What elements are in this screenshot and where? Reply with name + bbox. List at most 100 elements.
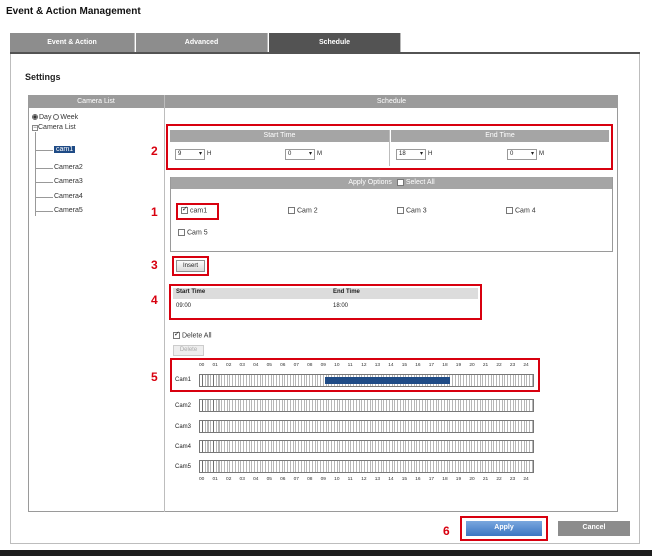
- hour-label: 23: [509, 363, 516, 368]
- delete-all-option[interactable]: Delete All: [173, 330, 212, 339]
- tree-item-camera5[interactable]: Camera5: [54, 207, 83, 214]
- tree-item-camera4[interactable]: Camera4: [54, 193, 83, 200]
- hour-label: 16: [415, 477, 421, 482]
- hour-label: 01: [212, 363, 218, 368]
- grid-label-cam3: Cam3: [175, 424, 192, 430]
- mode-day-option[interactable]: Day: [32, 114, 51, 121]
- schedule-row-cam3[interactable]: [199, 420, 534, 433]
- apply-cam5[interactable]: Cam 5: [178, 229, 208, 236]
- chevron-down-icon: ▾: [530, 151, 534, 157]
- tree-branch: [35, 211, 53, 212]
- cam4-checkbox[interactable]: [506, 207, 513, 214]
- tree-item-cam1[interactable]: cam1: [54, 146, 76, 153]
- hour-label: 09: [320, 477, 326, 482]
- tree-branch: [35, 182, 53, 183]
- apply-cam3[interactable]: Cam 3: [397, 207, 427, 214]
- hour-label: 13: [374, 477, 381, 482]
- hour-label: 23: [509, 477, 516, 482]
- tree-root[interactable]: −Camera List: [32, 124, 76, 131]
- hour-label: 12: [361, 477, 367, 482]
- hour-axis-bottom: 00 01 02 03 04 05 06 07 08 09 10 11 12 13 14 15 16 17 18 19…: [199, 477, 537, 485]
- apply-cam1[interactable]: cam1: [181, 205, 207, 214]
- cancel-button[interactable]: Cancel: [558, 521, 630, 536]
- mode-week-option[interactable]: Week: [53, 114, 78, 121]
- camera-list-header: Camera List: [28, 95, 164, 108]
- delete-all-checkbox[interactable]: [173, 330, 180, 339]
- radio-week-icon[interactable]: [53, 114, 60, 121]
- settings-title: Settings: [25, 72, 61, 82]
- col-end-time: End Time: [333, 289, 360, 295]
- insert-button[interactable]: Insert: [176, 260, 205, 272]
- grid-label-cam5: Cam5: [175, 464, 192, 470]
- hour-label: 08: [307, 477, 313, 482]
- tree-item-camera3[interactable]: Camera3: [54, 178, 83, 185]
- start-hour-select[interactable]: 9 ▾: [175, 149, 205, 160]
- page-title: Event & Action Management: [6, 6, 141, 17]
- end-minute-select[interactable]: 0 ▾: [507, 149, 537, 160]
- cam2-checkbox[interactable]: [288, 207, 295, 214]
- hour-label: 09: [320, 363, 326, 368]
- callout-4: 4: [151, 293, 158, 307]
- mode-radio-group: Day Week: [32, 114, 78, 121]
- end-hour-select[interactable]: 18 ▾: [396, 149, 426, 160]
- select-all-checkbox[interactable]: [396, 178, 404, 186]
- cam3-checkbox[interactable]: [397, 207, 404, 214]
- hour-label: 07: [293, 477, 299, 482]
- schedule-row-cam4[interactable]: [199, 440, 534, 453]
- apply-cam4[interactable]: Cam 4: [506, 207, 536, 214]
- hour-label: 18: [442, 477, 448, 482]
- callout-1: 1: [151, 205, 158, 219]
- radio-day-icon[interactable]: [32, 114, 38, 121]
- schedule-header: Schedule: [165, 95, 618, 108]
- hour-label: 19: [455, 363, 462, 368]
- tree-item-camera2[interactable]: Camera2: [54, 164, 83, 171]
- hour-label: 20: [469, 363, 475, 368]
- column-divider: [164, 95, 165, 512]
- end-minute-unit: M: [539, 151, 544, 157]
- bottom-bar: [0, 550, 652, 556]
- delete-button[interactable]: Delete: [173, 345, 204, 356]
- tab-advanced[interactable]: Advanced: [136, 33, 268, 52]
- hour-label: 19: [455, 477, 462, 482]
- grid-label-cam4: Cam4: [175, 444, 192, 450]
- hour-label: 13: [374, 363, 381, 368]
- apply-cam2[interactable]: Cam 2: [288, 207, 318, 214]
- start-minute-select[interactable]: 0 ▾: [285, 149, 315, 160]
- apply-button[interactable]: Apply: [466, 521, 542, 536]
- hour-label: 17: [428, 477, 435, 482]
- hour-label: 24: [523, 363, 529, 368]
- chevron-down-icon: ▾: [198, 151, 202, 157]
- hour-label: 04: [253, 363, 259, 368]
- hour-label: 04: [253, 477, 259, 482]
- table-row[interactable]: 09:00 18:00: [173, 300, 478, 314]
- row-end-time: 18:00: [333, 303, 349, 309]
- hour-label: 02: [226, 363, 232, 368]
- hour-label: 06: [280, 477, 286, 482]
- callout-3: 3: [151, 258, 158, 272]
- hour-label: 07: [293, 363, 299, 368]
- tab-event-action[interactable]: Event & Action: [10, 33, 135, 52]
- schedule-row-cam2[interactable]: [199, 399, 534, 412]
- schedule-range-cam1[interactable]: [324, 377, 450, 384]
- cam1-checkbox[interactable]: [181, 205, 188, 214]
- start-time-header: Start Time: [170, 130, 389, 142]
- grid-label-cam1: Cam1: [175, 377, 192, 383]
- time-divider: [389, 130, 390, 166]
- hour-label: 21: [482, 363, 489, 368]
- start-minute-unit: M: [317, 151, 322, 157]
- time-table-header: Start Time End Time: [173, 288, 478, 299]
- callout-6: 6: [443, 524, 450, 538]
- schedule-row-cam1[interactable]: [199, 374, 534, 387]
- callout-5: 5: [151, 370, 158, 384]
- schedule-row-cam5[interactable]: [199, 460, 534, 473]
- tree-connector: [35, 132, 36, 216]
- hour-label: 05: [266, 477, 272, 482]
- tab-schedule[interactable]: Schedule: [269, 33, 401, 52]
- hour-label: 00: [199, 477, 205, 482]
- hour-label: 14: [388, 363, 394, 368]
- cam5-checkbox[interactable]: [178, 229, 185, 236]
- hour-label: 24: [523, 477, 529, 482]
- hour-label: 06: [280, 363, 286, 368]
- hour-label: 05: [266, 363, 272, 368]
- end-hour-unit: H: [428, 151, 433, 157]
